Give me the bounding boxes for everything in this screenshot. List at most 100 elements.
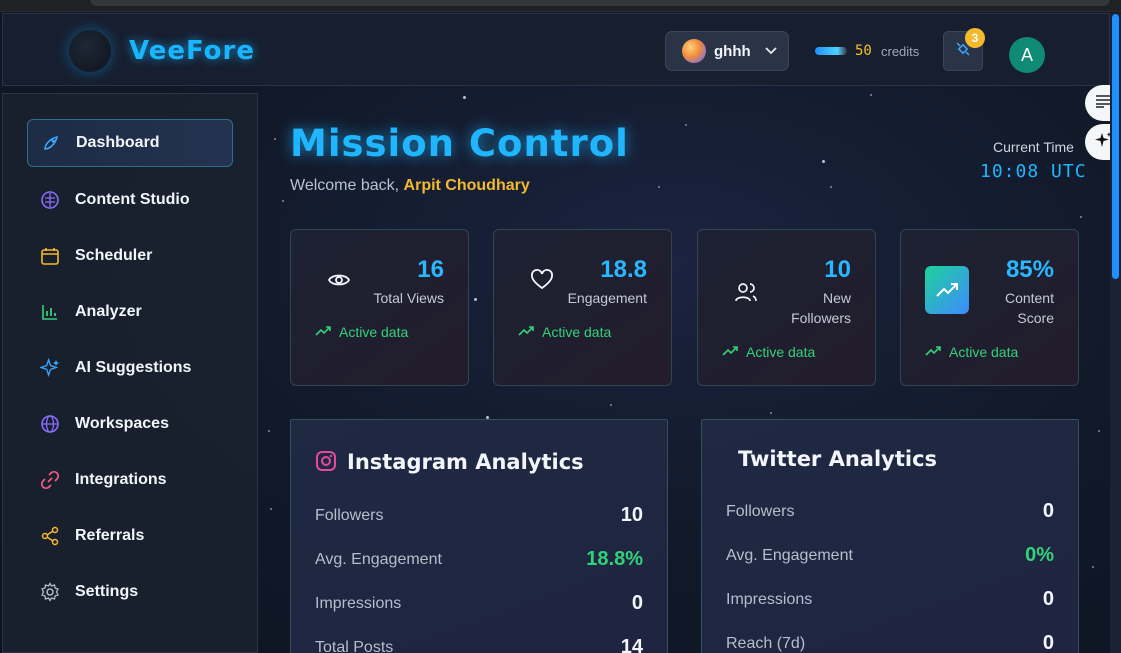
notification-badge: 3: [965, 28, 985, 48]
trending-up-icon: [925, 344, 941, 360]
metric-row: Avg. Engagement 18.8%: [315, 548, 643, 571]
stat-label-line: New: [822, 290, 851, 306]
sidebar-item-label: Workspaces: [75, 415, 169, 432]
metric-label: Impressions: [726, 590, 813, 608]
metric-label: Reach (7d): [726, 634, 806, 652]
sidebar-item-referrals[interactable]: Referrals: [27, 512, 233, 560]
sidebar-item-label: Integrations: [75, 471, 167, 488]
sidebar: Dashboard Content Studio Scheduler Analy…: [2, 93, 258, 653]
trending-up-icon: [518, 324, 534, 340]
top-header: VeeFore ghhh 50 credits 3 A: [2, 13, 1110, 86]
workspace-name: ghhh: [714, 42, 751, 60]
stat-status-text: Active data: [949, 344, 1019, 360]
metric-label: Impressions: [315, 594, 402, 612]
metric-value: 0: [1042, 500, 1054, 522]
link-icon: [39, 469, 61, 491]
sidebar-item-analyzer[interactable]: Analyzer: [27, 288, 233, 336]
brain-icon: [39, 189, 61, 211]
app-logo[interactable]: VeeFore: [129, 36, 255, 66]
metric-value: 18.8%: [586, 548, 643, 570]
sidebar-item-workspaces[interactable]: Workspaces: [27, 400, 233, 448]
metric-value: 0: [1042, 632, 1054, 653]
stat-status-text: Active data: [542, 324, 612, 340]
bar-chart-icon: [39, 301, 61, 323]
metric-value: 0: [631, 592, 643, 614]
stat-label: Engagement: [567, 290, 647, 306]
stat-value: 16: [417, 256, 444, 283]
sidebar-item-label: Content Studio: [75, 191, 190, 208]
sidebar-item-dashboard[interactable]: Dashboard: [27, 119, 233, 167]
heart-icon: [530, 268, 554, 292]
globe-icon: [39, 413, 61, 435]
stat-card-content-score[interactable]: 85% Content Score Active data: [900, 229, 1079, 386]
credits-bar: [815, 47, 847, 55]
welcome-prefix: Welcome back,: [290, 177, 400, 194]
scrollbar-thumb[interactable]: [1112, 14, 1119, 279]
workspace-switcher[interactable]: ghhh: [665, 31, 789, 71]
panel-title: Twitter Analytics: [738, 447, 938, 471]
metric-row: Reach (7d) 0: [726, 632, 1054, 653]
panel-title: Instagram Analytics: [347, 450, 584, 474]
credits-label: credits: [881, 44, 920, 59]
metric-label: Followers: [315, 506, 384, 524]
stat-value: 18.8: [600, 256, 647, 283]
metric-label: Avg. Engagement: [726, 546, 853, 564]
stat-label: Total Views: [373, 290, 444, 306]
sidebar-item-label: Dashboard: [76, 134, 160, 151]
user-name: Arpit Choudhary: [403, 177, 530, 194]
metric-value: 14: [620, 636, 643, 653]
sidebar-item-label: AI Suggestions: [75, 359, 192, 376]
stat-value: 85%: [1005, 256, 1054, 283]
browser-chrome: [0, 0, 1121, 12]
page-title: Mission Control: [290, 122, 629, 165]
metric-row: Avg. Engagement 0%: [726, 544, 1054, 567]
metric-label: Followers: [726, 502, 795, 520]
sidebar-item-label: Analyzer: [75, 303, 142, 320]
stat-card-total-views[interactable]: 16 Total Views Active data: [290, 229, 469, 386]
stat-label-line: Score: [1017, 310, 1054, 326]
sparkles-icon: [39, 357, 61, 379]
stat-status: Active data: [722, 344, 815, 360]
metric-value: 0: [1042, 588, 1054, 610]
chevron-down-icon: [765, 44, 777, 58]
sidebar-item-settings[interactable]: Settings: [27, 568, 233, 616]
stat-card-engagement[interactable]: 18.8 Engagement Active data: [493, 229, 672, 386]
user-avatar[interactable]: A: [1009, 37, 1045, 73]
eye-icon: [327, 268, 351, 292]
stat-status-text: Active data: [746, 344, 816, 360]
gear-icon: [39, 581, 61, 603]
metric-row: Total Posts 14: [315, 636, 643, 653]
calendar-icon: [39, 245, 61, 267]
sidebar-item-label: Scheduler: [75, 247, 153, 264]
metric-value: 10: [620, 504, 643, 526]
stat-label: New Followers: [791, 288, 851, 328]
address-bar[interactable]: [90, 0, 1110, 6]
stat-status-text: Active data: [339, 324, 409, 340]
metric-row: Followers 0: [726, 500, 1054, 523]
current-time-value: 10:08 UTC: [980, 161, 1087, 182]
stat-status: Active data: [518, 324, 611, 340]
metric-row: Impressions 0: [726, 588, 1054, 611]
metric-row: Impressions 0: [315, 592, 643, 615]
workspace-avatar: [682, 39, 706, 63]
instagram-icon: [315, 450, 337, 477]
stat-label: Content Score: [1005, 288, 1054, 328]
rocket-icon: [40, 132, 62, 154]
sidebar-item-content-studio[interactable]: Content Studio: [27, 176, 233, 224]
metric-row: Followers 10: [315, 504, 643, 527]
logo-orb-icon: [69, 30, 111, 72]
stat-label-line: Followers: [791, 310, 851, 326]
sidebar-item-label: Referrals: [75, 527, 145, 544]
sidebar-item-integrations[interactable]: Integrations: [27, 456, 233, 504]
credits-value: 50: [855, 43, 872, 59]
sidebar-item-label: Settings: [75, 583, 139, 600]
stat-value: 10: [824, 256, 851, 283]
sidebar-item-scheduler[interactable]: Scheduler: [27, 232, 233, 280]
metric-value: 0%: [1025, 544, 1054, 566]
instagram-analytics-panel: Instagram Analytics Followers 10 Avg. En…: [290, 419, 668, 653]
trending-up-icon: [925, 266, 969, 314]
sidebar-item-ai-suggestions[interactable]: AI Suggestions: [27, 344, 233, 392]
trending-up-icon: [315, 324, 331, 340]
stat-card-new-followers[interactable]: 10 New Followers Active data: [697, 229, 876, 386]
current-time-label: Current Time: [993, 139, 1074, 155]
